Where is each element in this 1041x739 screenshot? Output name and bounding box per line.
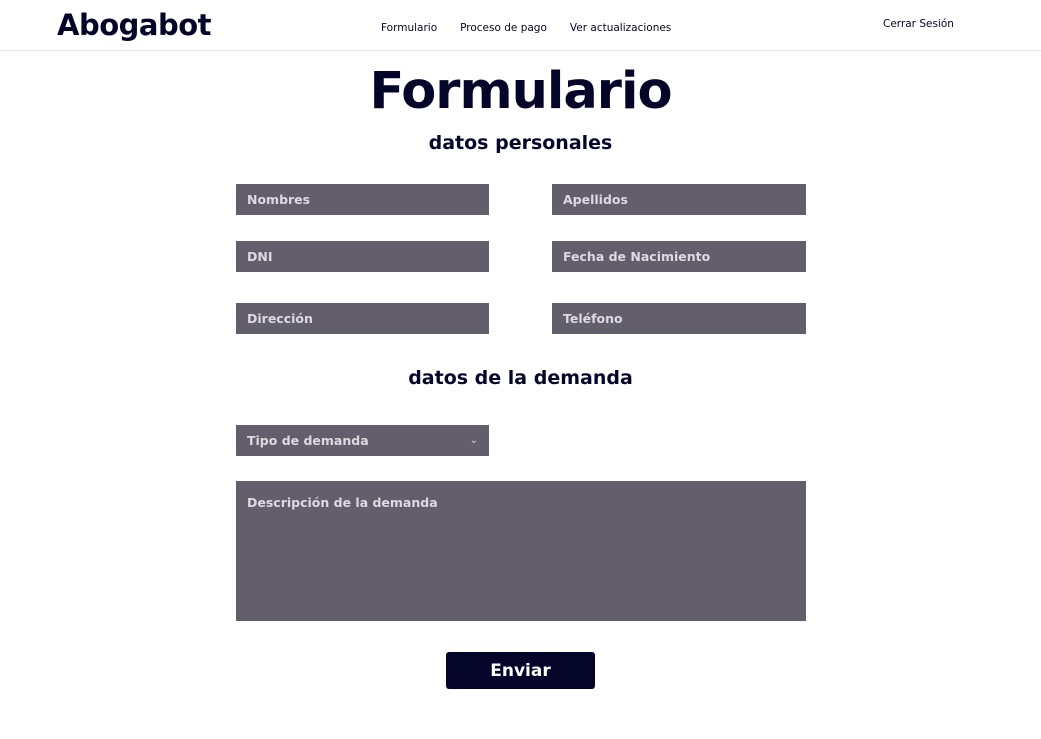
logout-link[interactable]: Cerrar Sesión (883, 18, 954, 30)
nombres-placeholder: Nombres (247, 192, 311, 207)
nav-link-ver-actualizaciones[interactable]: Ver actualizaciones (570, 22, 671, 34)
fecha-nacimiento-placeholder: Fecha de Nacimiento (563, 249, 711, 264)
tipo-demanda-select[interactable]: Tipo de demanda ⌄ (236, 425, 489, 456)
dni-field[interactable]: DNI (236, 241, 489, 272)
fecha-nacimiento-field[interactable]: Fecha de Nacimiento (552, 241, 806, 272)
demand-section-title: datos de la demanda (408, 367, 633, 389)
direccion-placeholder: Dirección (247, 311, 313, 326)
nav-links: Formulario Proceso de pago Ver actualiza… (381, 22, 671, 34)
apellidos-field[interactable]: Apellidos (552, 184, 806, 215)
apellidos-placeholder: Apellidos (563, 192, 628, 207)
chevron-down-icon: ⌄ (469, 435, 478, 446)
descripcion-textarea[interactable]: Descripción de la demanda (236, 481, 806, 621)
nav-link-formulario[interactable]: Formulario (381, 22, 437, 34)
personal-section-title: datos personales (428, 132, 613, 154)
descripcion-placeholder: Descripción de la demanda (247, 495, 438, 510)
nombres-field[interactable]: Nombres (236, 184, 489, 215)
nav-link-proceso-de-pago[interactable]: Proceso de pago (460, 22, 547, 34)
direccion-field[interactable]: Dirección (236, 303, 489, 334)
telefono-placeholder: Teléfono (563, 311, 623, 326)
telefono-field[interactable]: Teléfono (552, 303, 806, 334)
tipo-demanda-selected: Tipo de demanda (247, 433, 369, 448)
top-navbar: Abogabot Formulario Proceso de pago Ver … (0, 0, 1041, 51)
page-title: Formulario (369, 62, 673, 121)
brand-logo[interactable]: Abogabot (57, 8, 212, 42)
enviar-button[interactable]: Enviar (446, 652, 595, 689)
dni-placeholder: DNI (247, 249, 273, 264)
